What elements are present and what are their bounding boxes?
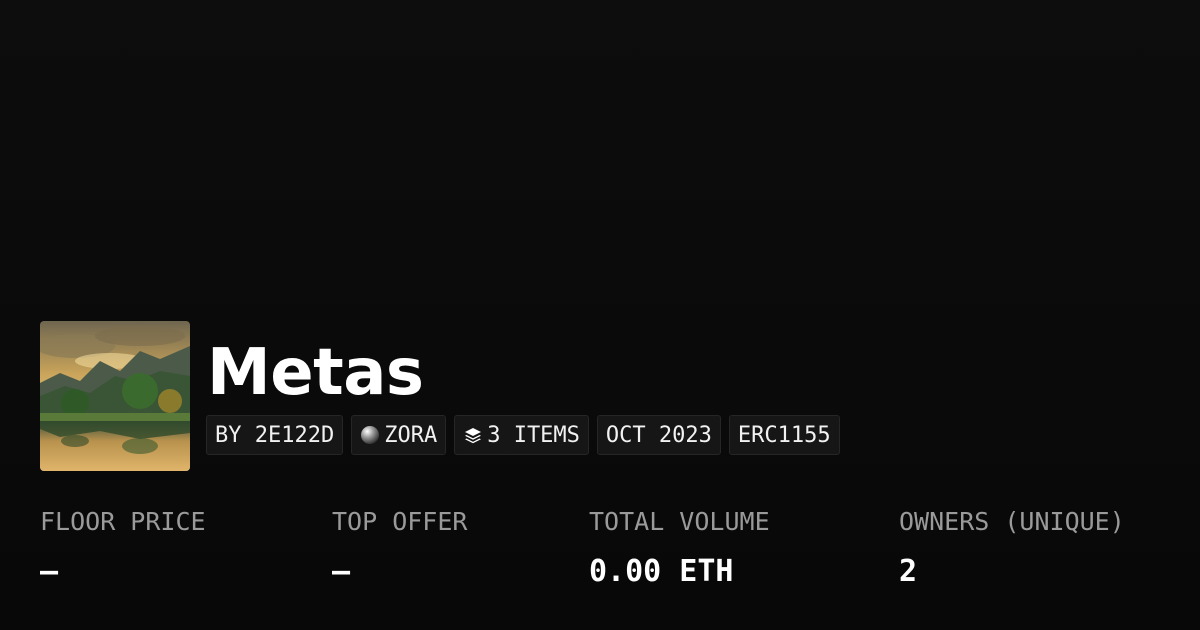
stat-label: TOP OFFER	[332, 507, 468, 536]
stat-value: –	[332, 554, 351, 589]
stat-value: –	[40, 554, 59, 589]
stat-top-offer: TOP OFFER –	[332, 505, 467, 590]
chain-tag[interactable]: ZORA	[351, 415, 447, 455]
stat-floor-price: FLOOR PRICE –	[40, 505, 206, 590]
items-tag[interactable]: 3 ITEMS	[454, 415, 589, 455]
stat-total-volume: TOTAL VOLUME 0.00 ETH	[589, 505, 770, 590]
chain-label: ZORA	[384, 422, 438, 448]
date-tag: OCT 2023	[596, 415, 721, 455]
date-label: OCT 2023	[605, 422, 712, 448]
stat-value: 2	[899, 554, 918, 589]
items-label: 3 ITEMS	[487, 422, 580, 448]
collection-tags: BY 2E122D ZORA 3 ITEMS OCT 2023 ERC1155	[206, 415, 840, 455]
stat-value: 0.00 ETH	[589, 554, 734, 589]
collection-image	[40, 321, 190, 471]
layers-icon	[463, 425, 483, 445]
stat-label: TOTAL VOLUME	[589, 507, 770, 536]
creator-tag[interactable]: BY 2E122D	[206, 415, 344, 455]
zora-orb-icon	[360, 425, 380, 445]
stat-label: OWNERS (UNIQUE)	[899, 507, 1125, 536]
stat-label: FLOOR PRICE	[40, 507, 206, 536]
collection-title: Metas	[207, 336, 424, 410]
creator-label: BY 2E122D	[215, 422, 335, 448]
standard-label: ERC1155	[737, 422, 831, 448]
stat-owners: OWNERS (UNIQUE) 2	[899, 505, 1125, 590]
standard-tag: ERC1155	[728, 415, 840, 455]
